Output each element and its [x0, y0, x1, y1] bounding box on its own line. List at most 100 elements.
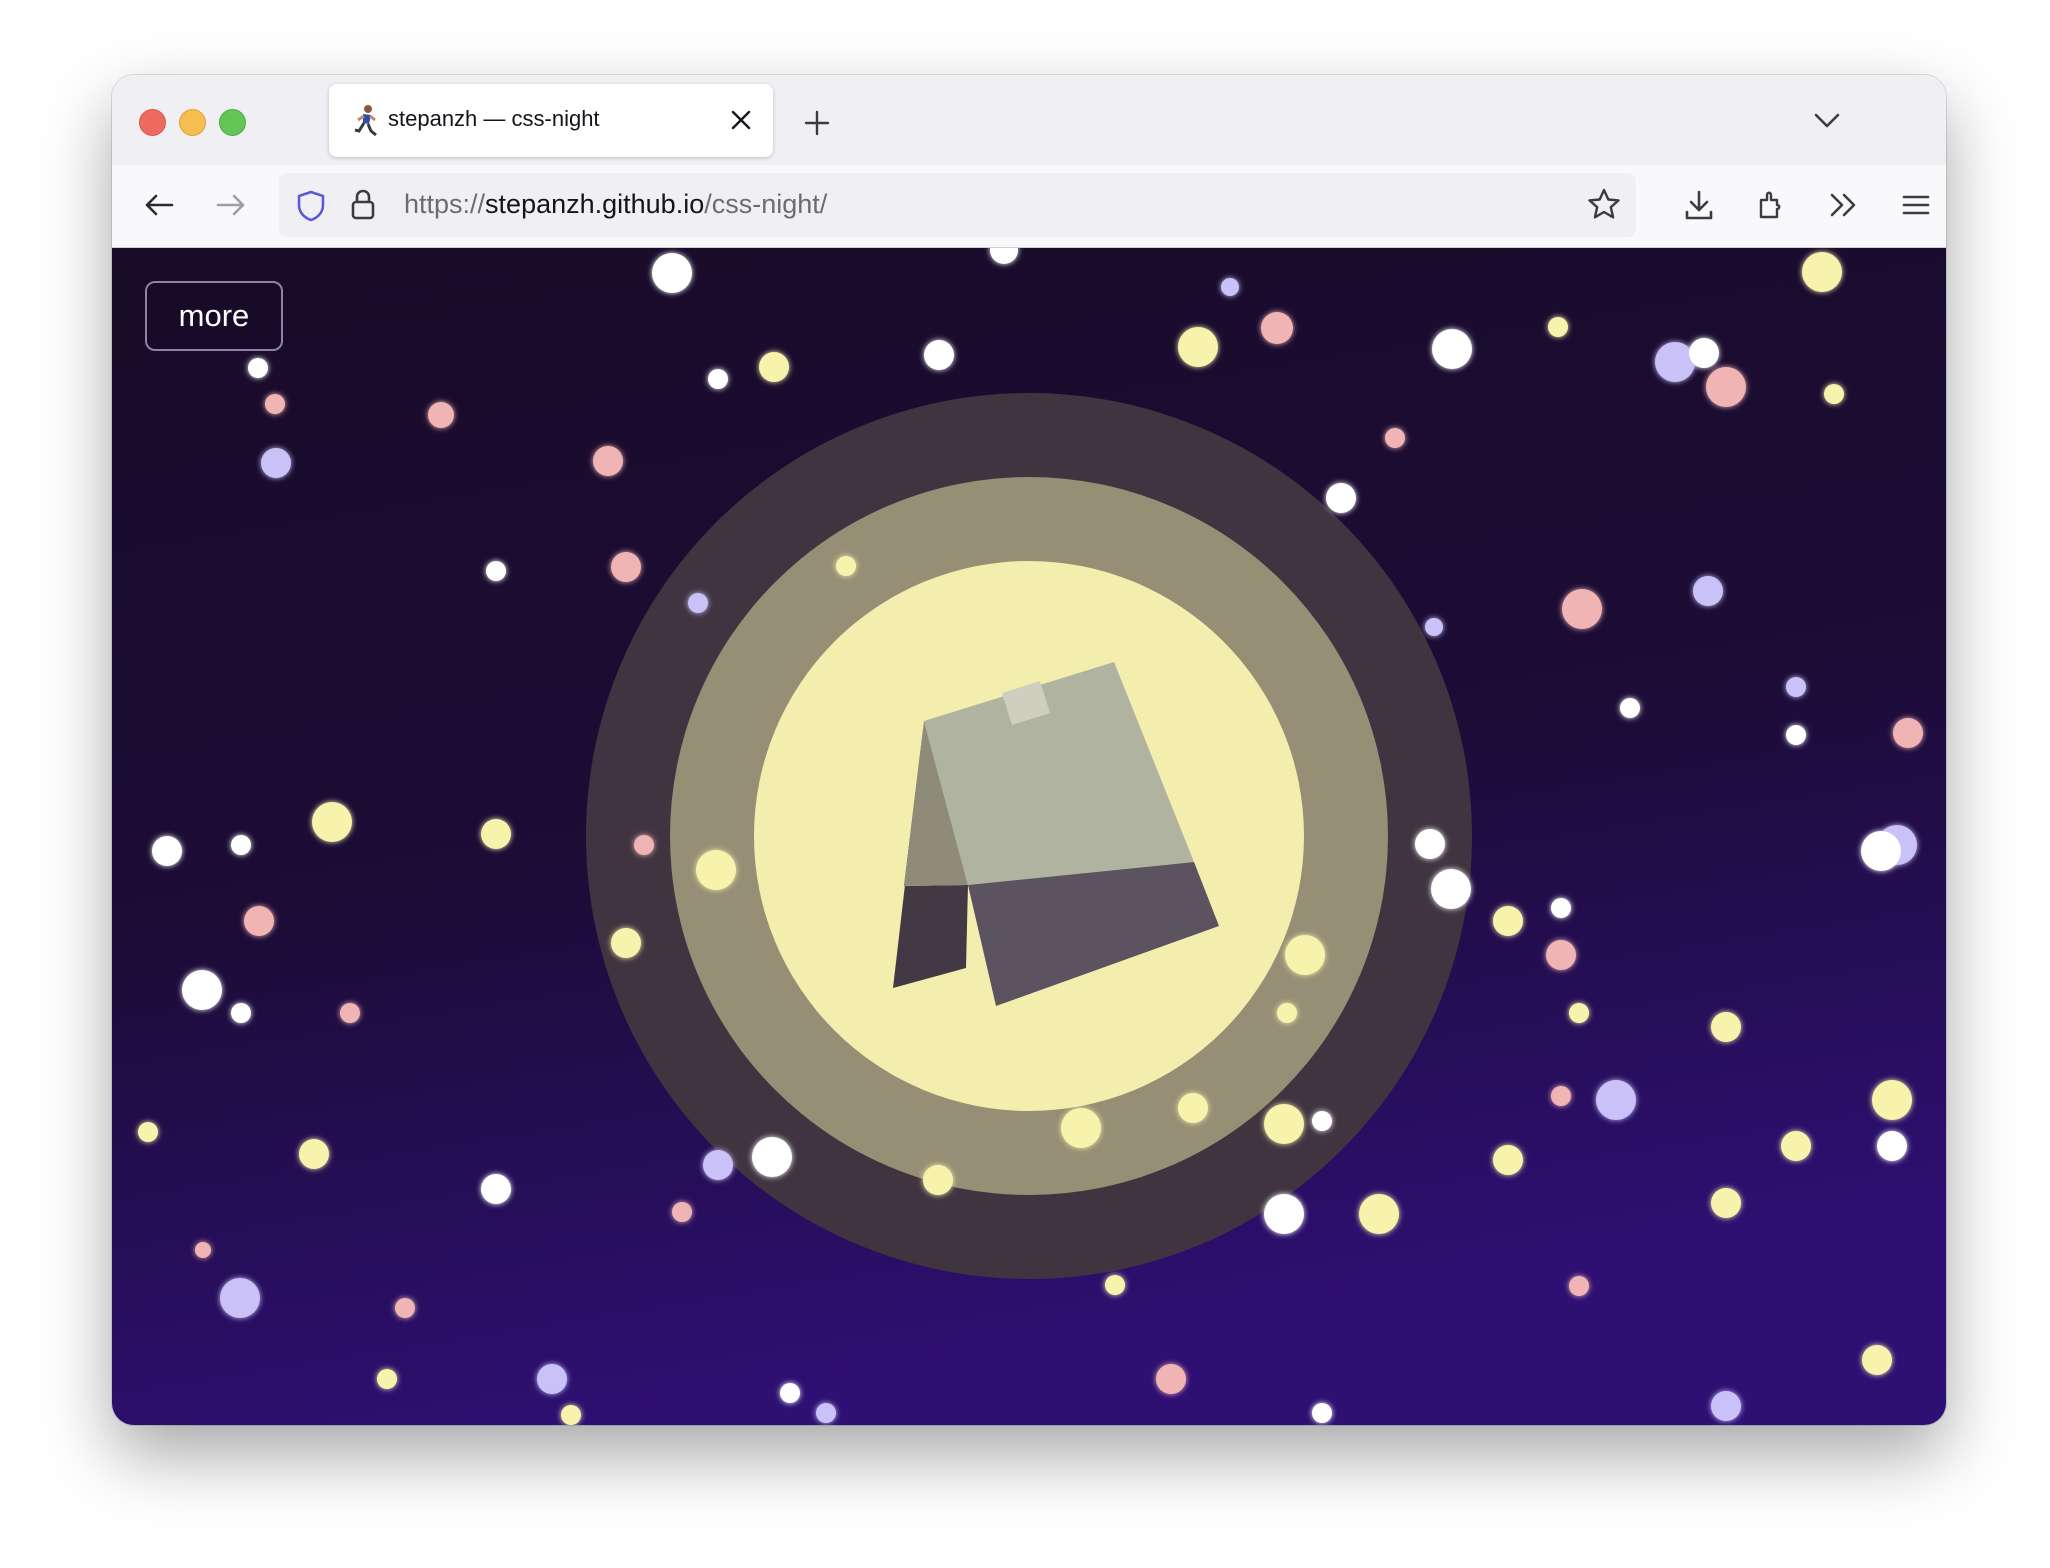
lock-icon[interactable]: [349, 188, 377, 222]
star-icon[interactable]: [1586, 187, 1622, 223]
url-scheme: https://: [404, 189, 486, 219]
star: [1105, 1275, 1125, 1295]
star: [1655, 342, 1695, 382]
star: [688, 593, 708, 613]
star: [1264, 1104, 1304, 1144]
star: [634, 835, 654, 855]
star: [1569, 1003, 1589, 1023]
more-button[interactable]: more: [145, 281, 283, 351]
runner-emoji-icon: [354, 105, 377, 137]
extensions-icon[interactable]: [1756, 188, 1790, 222]
star: [1551, 1086, 1571, 1106]
star: [708, 369, 728, 389]
star: [1620, 698, 1640, 718]
star: [1802, 252, 1842, 292]
forward-arrow-icon[interactable]: [214, 188, 248, 222]
close-tab-icon[interactable]: [729, 108, 753, 132]
back-arrow-icon[interactable]: [142, 188, 176, 222]
star: [1689, 338, 1719, 368]
star: [1786, 677, 1806, 697]
star: [1706, 367, 1746, 407]
star: [611, 928, 641, 958]
star: [780, 1383, 800, 1403]
star: [593, 446, 623, 476]
star: [299, 1139, 329, 1169]
star: [1312, 1111, 1332, 1131]
star: [1548, 317, 1568, 337]
star: [1862, 1345, 1892, 1375]
star: [1562, 589, 1602, 629]
star: [1385, 428, 1405, 448]
overflow-chevrons-icon[interactable]: [1826, 188, 1860, 222]
url-host: stepanzh.github.io: [485, 189, 705, 219]
star: [1861, 831, 1901, 871]
star: [481, 819, 511, 849]
star: [703, 1150, 733, 1180]
star: [248, 358, 268, 378]
star: [1221, 278, 1239, 296]
star: [1178, 1093, 1208, 1123]
star: [561, 1405, 581, 1425]
star: [152, 836, 182, 866]
shield-icon[interactable]: [295, 189, 327, 223]
star: [1693, 576, 1723, 606]
url-path: /css-night/: [704, 189, 828, 219]
star: [1061, 1108, 1101, 1148]
star: [611, 552, 641, 582]
star: [231, 1003, 251, 1023]
star: [1285, 935, 1325, 975]
star: [1415, 829, 1445, 859]
address-bar[interactable]: https://stepanzh.github.io/css-night/: [279, 173, 1636, 237]
star: [1277, 1003, 1297, 1023]
night-sky-scene: [112, 248, 1946, 1425]
star: [652, 253, 692, 293]
star: [1711, 1188, 1741, 1218]
star: [1596, 1080, 1636, 1120]
star: [195, 1242, 211, 1258]
star: [1711, 1012, 1741, 1042]
maximize-window-button[interactable]: [219, 109, 246, 136]
star: [1493, 906, 1523, 936]
star: [816, 1403, 836, 1423]
tab-title: stepanzh — css-night: [388, 106, 600, 131]
star: [537, 1364, 567, 1394]
star: [924, 340, 954, 370]
star: [481, 1174, 511, 1204]
star: [231, 835, 251, 855]
star: [1872, 1080, 1912, 1120]
hamburger-menu-icon[interactable]: [1899, 188, 1933, 222]
star: [428, 402, 454, 428]
url-text[interactable]: https://stepanzh.github.io/css-night/: [404, 189, 827, 220]
chevron-down-icon[interactable]: [1812, 111, 1842, 131]
star: [395, 1298, 415, 1318]
star: [1178, 327, 1218, 367]
star: [1546, 940, 1576, 970]
star: [182, 970, 222, 1010]
star: [244, 906, 274, 936]
star: [672, 1202, 692, 1222]
star: [1425, 618, 1443, 636]
minimize-window-button[interactable]: [179, 109, 206, 136]
page-viewport: more: [112, 248, 1946, 1425]
star: [1893, 718, 1923, 748]
close-window-button[interactable]: [139, 109, 166, 136]
star: [1786, 725, 1806, 745]
star: [1569, 1276, 1589, 1296]
star: [1261, 312, 1293, 344]
star: [759, 352, 789, 382]
star: [261, 448, 291, 478]
star: [1877, 1131, 1907, 1161]
star: [1781, 1131, 1811, 1161]
download-icon[interactable]: [1682, 188, 1716, 222]
new-tab-plus-icon[interactable]: [802, 108, 832, 138]
browser-window: stepanzh — css-night https://stepanzh.gi…: [112, 75, 1946, 1425]
star: [1432, 329, 1472, 369]
star: [1551, 898, 1571, 918]
star: [1431, 869, 1471, 909]
navigation-toolbar: https://stepanzh.github.io/css-night/: [112, 165, 1946, 248]
star: [265, 394, 285, 414]
tab-active[interactable]: stepanzh — css-night: [329, 84, 773, 157]
star: [1312, 1403, 1332, 1423]
star: [1493, 1145, 1523, 1175]
star: [1824, 384, 1844, 404]
